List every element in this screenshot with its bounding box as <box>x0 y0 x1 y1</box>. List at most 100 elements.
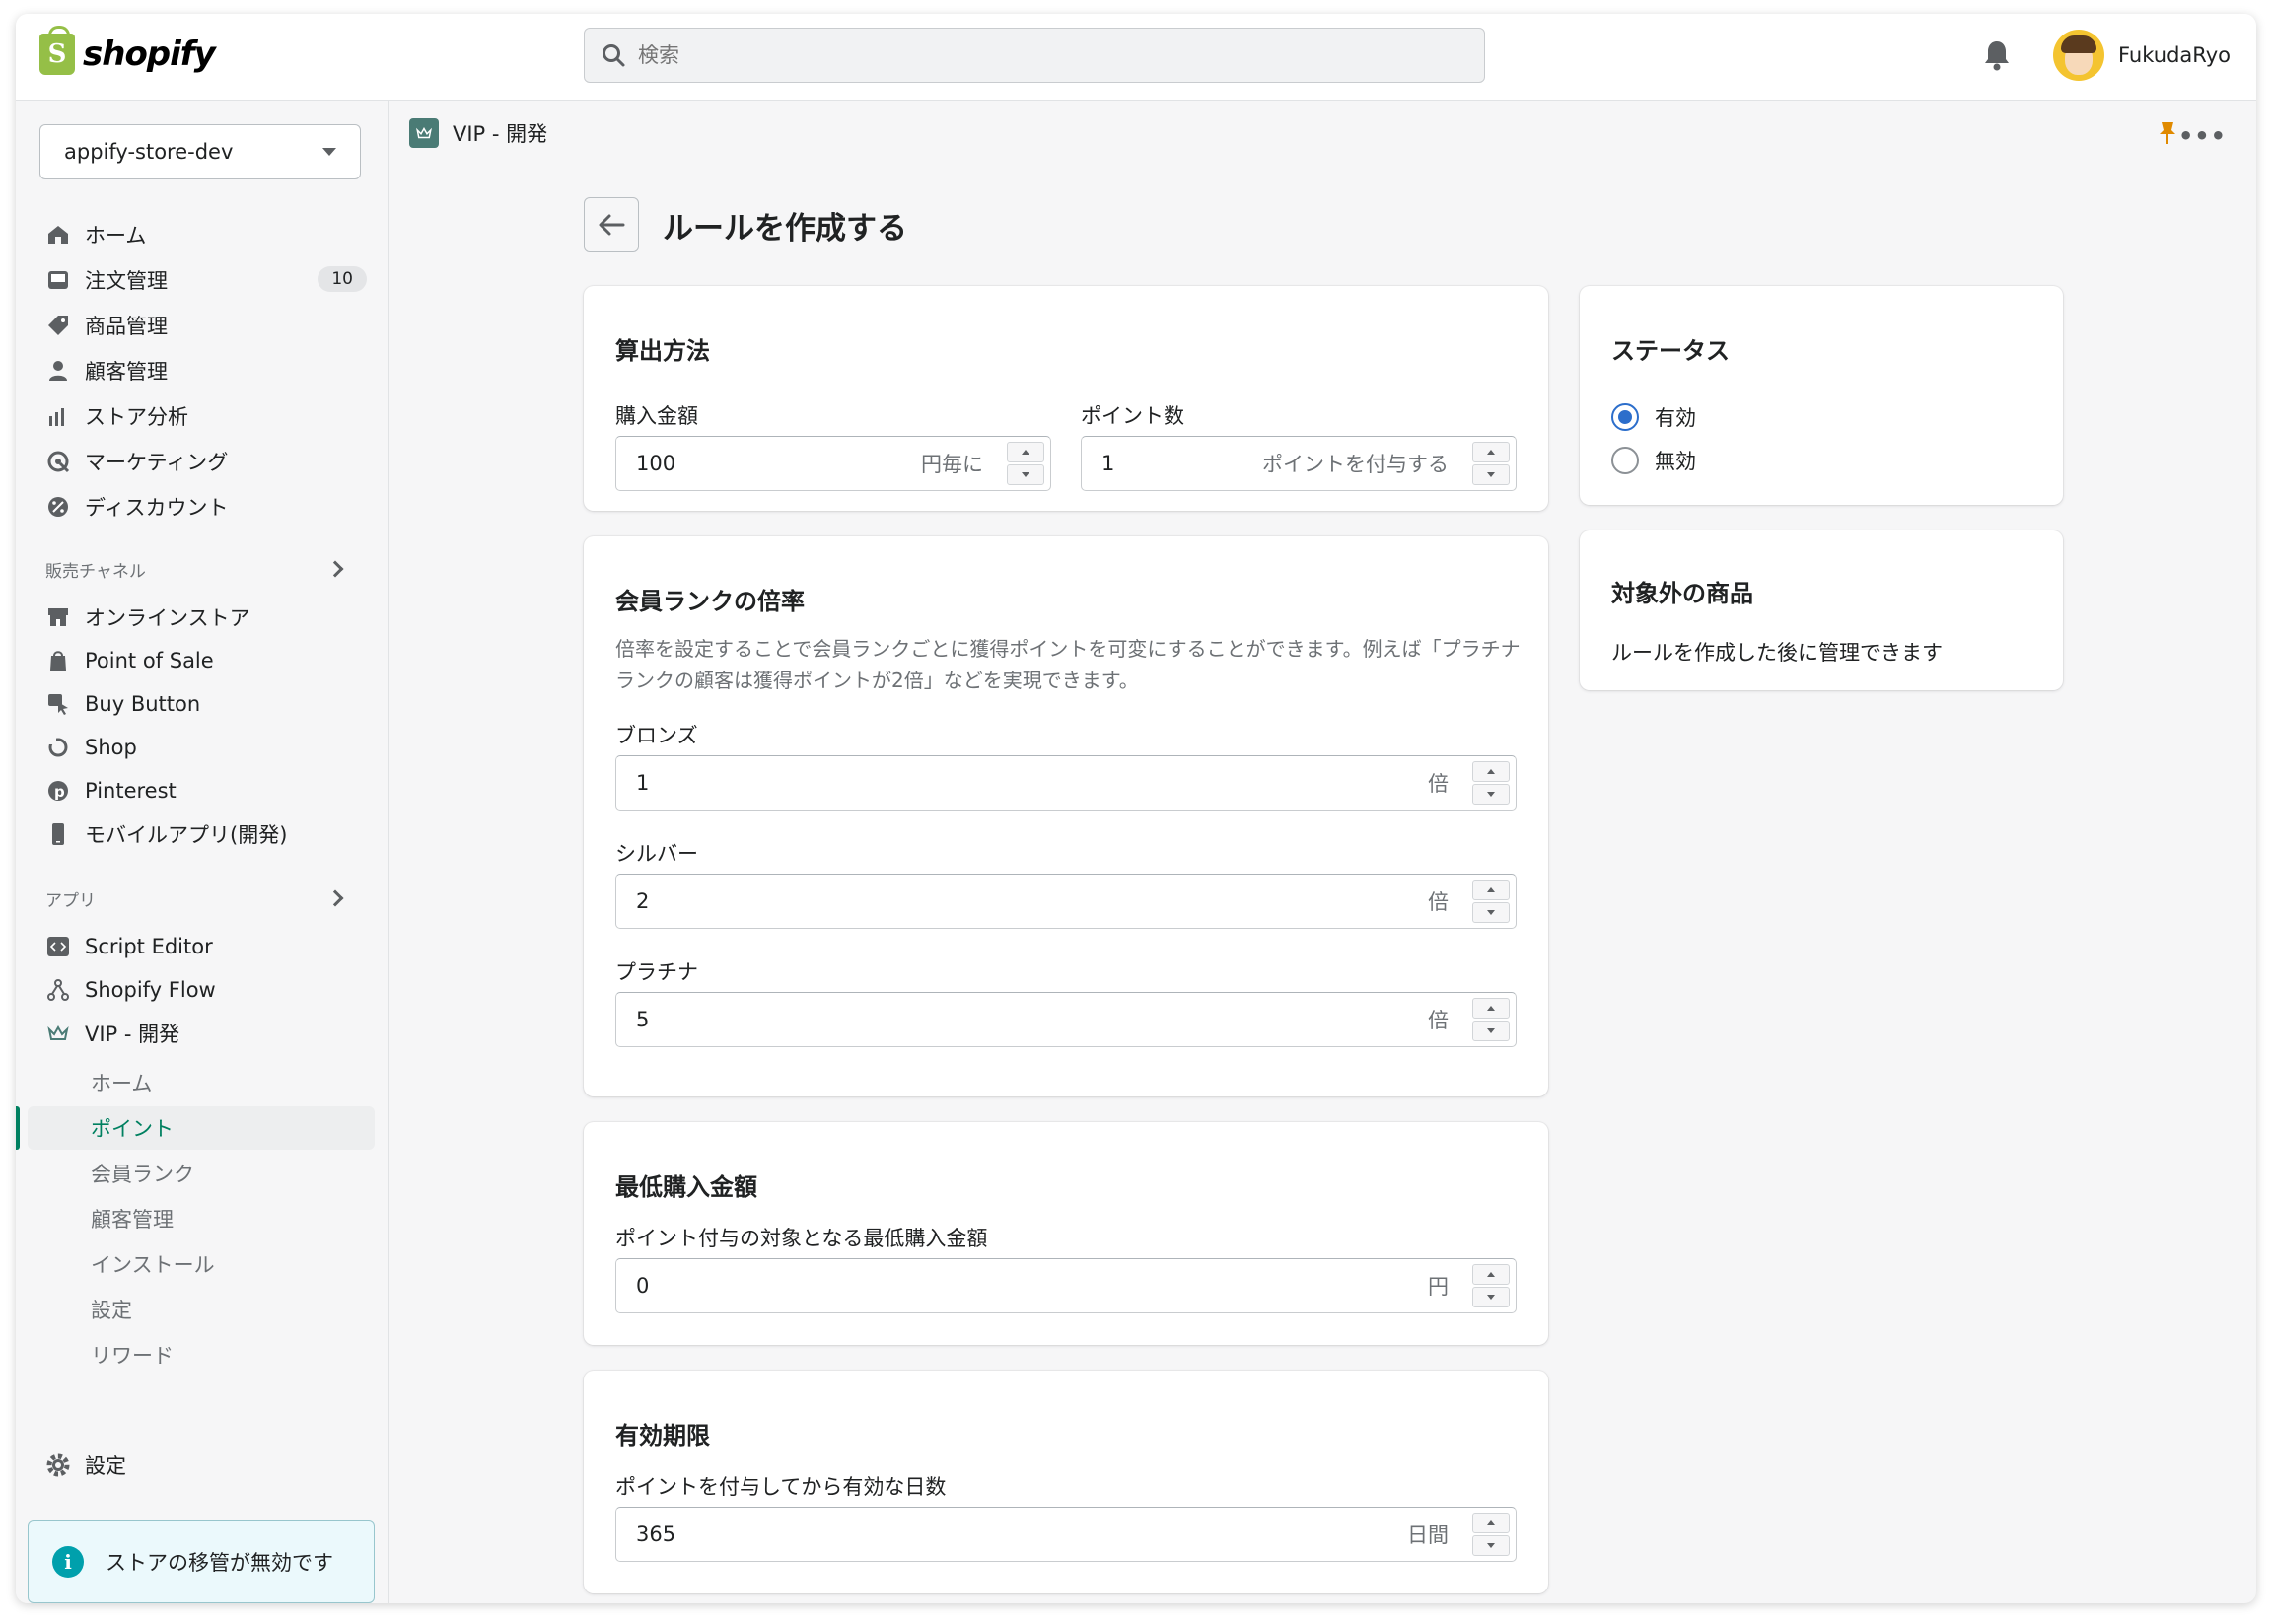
pin-icon[interactable] <box>2158 120 2177 151</box>
bronze-value: 1 <box>636 771 650 795</box>
points-field[interactable]: 1 ポイントを付与する <box>1081 436 1517 491</box>
increment-icon[interactable] <box>1472 1513 1510 1533</box>
apps-header[interactable]: アプリ <box>45 883 371 913</box>
sidebar-item-pinterest[interactable]: p Pinterest <box>45 771 371 811</box>
vip-sub-item-points[interactable]: ポイント <box>91 1110 174 1146</box>
gear-icon <box>45 1452 71 1478</box>
minimum-value: 0 <box>636 1274 650 1298</box>
decrement-icon[interactable] <box>1472 1287 1510 1307</box>
target-icon <box>45 449 71 474</box>
back-button[interactable] <box>584 197 639 252</box>
sales-channels-header[interactable]: 販売チャネル <box>45 554 371 584</box>
excluded-note: ルールを作成した後に管理できます <box>1611 641 1943 665</box>
decrement-icon[interactable] <box>1007 464 1044 485</box>
decrement-icon[interactable] <box>1472 464 1510 485</box>
status-card-title: ステータス <box>1611 337 1730 365</box>
flow-icon <box>45 977 71 1003</box>
rank-card-title: 会員ランクの倍率 <box>615 588 805 615</box>
vip-sub-item-home[interactable]: ホーム <box>91 1065 152 1100</box>
sidebar-item-home[interactable]: ホーム <box>45 215 371 254</box>
store-icon <box>45 604 71 630</box>
notification-button[interactable] <box>1982 39 2012 75</box>
expiry-value: 365 <box>636 1522 676 1546</box>
sidebar-item-vip[interactable]: VIP - 開発 <box>45 1014 371 1053</box>
sidebar-item-mobile-app[interactable]: モバイルアプリ(開発) <box>45 814 371 854</box>
shopify-bag-icon: S <box>39 26 75 75</box>
minimum-field[interactable]: 0 円 <box>615 1258 1517 1313</box>
sidebar-item-analytics[interactable]: ストア分析 <box>45 396 371 436</box>
minimum-suffix: 円 <box>1428 1275 1449 1299</box>
decrement-icon[interactable] <box>1472 1535 1510 1556</box>
amount-stepper[interactable] <box>1007 442 1044 485</box>
sidebar-item-marketing[interactable]: マーケティング <box>45 442 371 481</box>
increment-icon[interactable] <box>1472 1264 1510 1285</box>
user-menu[interactable]: FukudaRyo <box>2053 30 2231 81</box>
vip-sub-item-ranks[interactable]: 会員ランク <box>91 1156 194 1191</box>
sidebar-item-shop[interactable]: Shop <box>45 728 371 767</box>
points-stepper[interactable] <box>1472 442 1510 485</box>
home-icon <box>45 222 71 247</box>
expiry-suffix: 日間 <box>1407 1523 1449 1547</box>
inbox-icon <box>45 267 71 293</box>
increment-icon[interactable] <box>1472 761 1510 782</box>
search-bar[interactable] <box>584 28 1485 83</box>
more-actions-icon[interactable]: ••• <box>2178 122 2227 150</box>
bronze-suffix: 倍 <box>1428 772 1449 796</box>
increment-icon[interactable] <box>1007 442 1044 462</box>
sidebar-item-shopify-flow[interactable]: Shopify Flow <box>45 970 371 1010</box>
vip-sub-item-settings[interactable]: 設定 <box>91 1292 132 1327</box>
bronze-field[interactable]: 1 倍 <box>615 755 1517 811</box>
logo-text: shopify <box>83 35 216 74</box>
decrement-icon[interactable] <box>1472 1021 1510 1041</box>
minimum-stepper[interactable] <box>1472 1264 1510 1307</box>
increment-icon[interactable] <box>1472 880 1510 900</box>
app-header: VIP - 開発 ••• <box>390 101 2256 166</box>
excluded-products-card: 対象外の商品 ルールを作成した後に管理できます <box>1580 530 2063 690</box>
radio-unchecked-icon[interactable] <box>1611 447 1639 474</box>
top-bar: S shopify FukudaRyo <box>16 14 2256 101</box>
calc-card-title: 算出方法 <box>615 337 710 365</box>
decrement-icon[interactable] <box>1472 902 1510 923</box>
search-input[interactable] <box>638 43 1447 67</box>
sidebar-item-settings[interactable]: 設定 <box>45 1446 371 1485</box>
svg-text:p: p <box>54 783 65 801</box>
amount-value: 100 <box>636 452 676 475</box>
silver-stepper[interactable] <box>1472 880 1510 923</box>
sidebar-item-products[interactable]: 商品管理 <box>45 306 371 345</box>
info-icon: i <box>52 1546 84 1578</box>
sidebar-item-discounts[interactable]: ディスカウント <box>45 487 371 527</box>
expiry-stepper[interactable] <box>1472 1513 1510 1556</box>
caret-down-icon <box>322 148 336 156</box>
platinum-stepper[interactable] <box>1472 998 1510 1041</box>
amount-field[interactable]: 100 円毎に <box>615 436 1051 491</box>
arrow-left-icon <box>599 214 625 236</box>
platinum-field[interactable]: 5 倍 <box>615 992 1517 1047</box>
increment-icon[interactable] <box>1472 998 1510 1019</box>
sidebar-item-customers[interactable]: 顧客管理 <box>45 351 371 390</box>
sidebar-item-online-store[interactable]: オンラインストア <box>45 598 371 637</box>
bronze-stepper[interactable] <box>1472 761 1510 805</box>
sidebar-item-buy-button[interactable]: Buy Button <box>45 684 371 724</box>
decrement-icon[interactable] <box>1472 784 1510 805</box>
vip-sub-item-install[interactable]: インストール <box>91 1246 215 1282</box>
status-disabled-radio[interactable]: 無効 <box>1611 446 1696 475</box>
sidebar-item-script-editor[interactable]: Script Editor <box>45 927 371 966</box>
vip-sub-item-customers[interactable]: 顧客管理 <box>91 1201 174 1236</box>
status-enabled-radio[interactable]: 有効 <box>1611 402 1696 432</box>
person-icon <box>45 358 71 384</box>
minimum-card-title: 最低購入金額 <box>615 1173 757 1201</box>
vip-sub-item-rewards[interactable]: リワード <box>91 1337 174 1373</box>
sidebar-item-orders[interactable]: 注文管理 10 <box>45 260 371 300</box>
expiry-field[interactable]: 365 日間 <box>615 1507 1517 1562</box>
shopify-logo[interactable]: S shopify <box>39 26 216 75</box>
increment-icon[interactable] <box>1472 442 1510 462</box>
silver-suffix: 倍 <box>1428 890 1449 914</box>
rank-multiplier-card: 会員ランクの倍率 倍率を設定することで会員ランクごとに獲得ポイントを可変にするこ… <box>584 536 1548 1096</box>
sidebar-item-pos[interactable]: Point of Sale <box>45 641 371 680</box>
silver-field[interactable]: 2 倍 <box>615 874 1517 929</box>
store-selector[interactable]: appify-store-dev <box>39 124 361 179</box>
app-window: S shopify FukudaRyo appify-store-dev <box>16 14 2256 1603</box>
radio-checked-icon[interactable] <box>1611 403 1639 431</box>
search-icon <box>603 44 625 67</box>
points-label: ポイント数 <box>1081 404 1184 428</box>
